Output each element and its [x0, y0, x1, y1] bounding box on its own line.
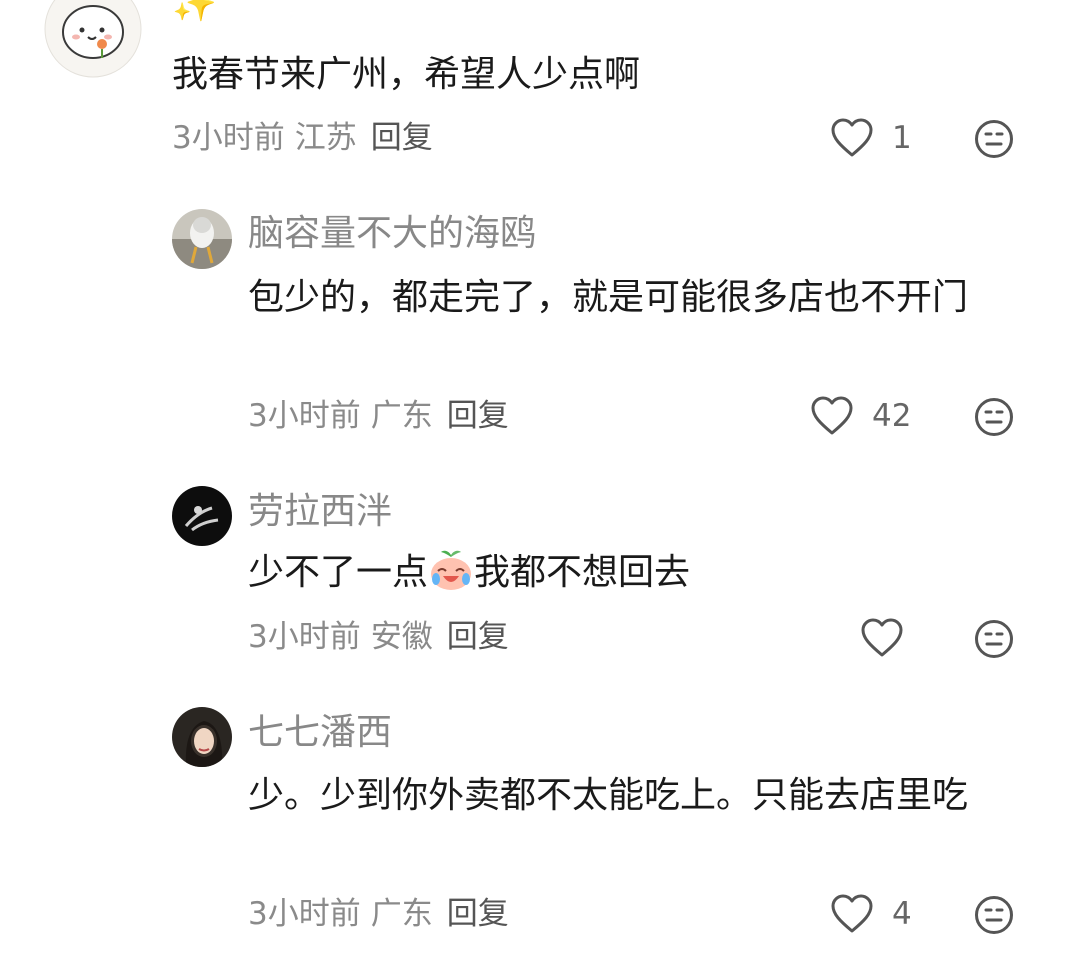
like-button[interactable] — [860, 616, 942, 660]
comment-meta: 3小时前 安徽 回复 — [248, 617, 509, 657]
comment-time: 3小时前 — [248, 398, 361, 434]
avatar[interactable] — [172, 209, 232, 269]
reply-button[interactable]: 回复 — [447, 896, 509, 932]
comment-text: 少。少到你外卖都不太能吃上。只能去店里吃 — [248, 775, 969, 816]
comment-location: 安徽 — [370, 619, 433, 655]
crying-laugh-peach-emoji — [431, 550, 472, 590]
heart-outline-icon — [811, 396, 853, 435]
heart-outline-icon — [831, 118, 873, 157]
sparkle-icon: ✨ — [172, 0, 217, 24]
neutral-face-icon[interactable] — [974, 397, 1014, 437]
like-count: 1 — [892, 120, 912, 156]
comment-text: 包少的，都走完了，就是可能很多店也不开门 — [248, 277, 969, 318]
comment-meta: 3小时前 广东 回复 — [248, 396, 509, 436]
comment-text-part: 我都不想回去 — [474, 552, 691, 593]
comment-time: 3小时前 — [248, 896, 361, 932]
comment-author[interactable]: 脑容量不大的海鸥 — [248, 212, 536, 256]
reply-button[interactable]: 回复 — [447, 398, 509, 434]
comment-author[interactable]: ✨ — [172, 0, 217, 26]
comment-thread: ✨ 我春节来广州，希望人少点啊 3小时前 江苏 回复 1 脑容量不大的海鸥 包少… — [0, 0, 1079, 964]
comment-location: 广东 — [370, 896, 433, 932]
heart-outline-icon — [861, 618, 903, 657]
avatar[interactable] — [172, 707, 232, 767]
like-button[interactable]: 1 — [830, 116, 912, 160]
avatar[interactable] — [172, 486, 232, 546]
avatar[interactable] — [44, 0, 142, 78]
reply-button[interactable]: 回复 — [371, 120, 433, 156]
neutral-face-icon[interactable] — [974, 619, 1014, 659]
heart-outline-icon — [831, 894, 873, 933]
like-button[interactable]: 4 — [830, 892, 912, 936]
comment-text: 少不了一点 我都不想回去 — [248, 546, 1018, 600]
comment-text: 我春节来广州，希望人少点啊 — [172, 54, 641, 95]
comment-author[interactable]: 劳拉西泮 — [248, 490, 392, 534]
comment-meta: 3小时前 江苏 回复 — [172, 118, 433, 158]
neutral-face-icon[interactable] — [974, 895, 1014, 935]
comment-text-part: 少不了一点 — [248, 552, 429, 593]
like-count: 4 — [892, 896, 912, 932]
comment-location: 江苏 — [294, 120, 357, 156]
comment-location: 广东 — [370, 398, 433, 434]
reply-button[interactable]: 回复 — [447, 619, 509, 655]
like-count: 42 — [872, 398, 912, 434]
neutral-face-icon[interactable] — [974, 119, 1014, 159]
comment-meta: 3小时前 广东 回复 — [248, 894, 509, 934]
comment-time: 3小时前 — [248, 619, 361, 655]
like-button[interactable]: 42 — [810, 394, 911, 438]
comment-time: 3小时前 — [172, 120, 285, 156]
comment-author[interactable]: 七七潘西 — [248, 711, 392, 755]
